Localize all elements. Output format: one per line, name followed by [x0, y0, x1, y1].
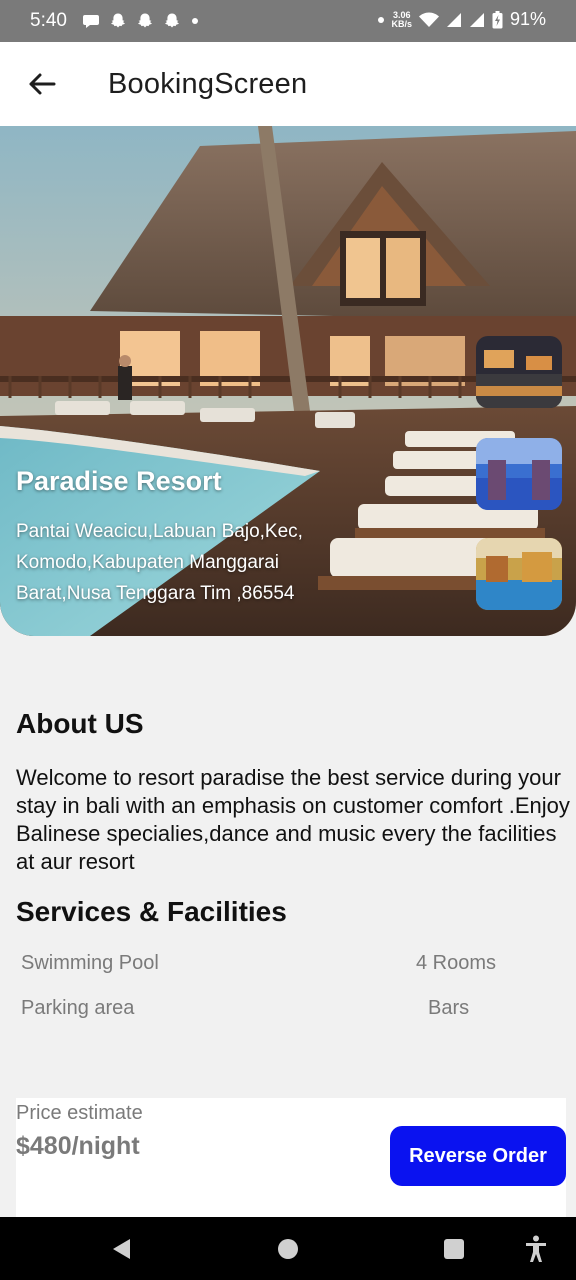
- signal-icon: [469, 12, 484, 27]
- about-text: Welcome to resort paradise the best serv…: [16, 765, 570, 874]
- resort-pool-photo: [476, 438, 562, 510]
- network-speed: 3.06 KB/s: [391, 10, 412, 29]
- more-notifications-dot-icon: [192, 18, 198, 24]
- page-title: BookingScreen: [108, 68, 308, 100]
- resort-terrace-photo: [476, 538, 562, 610]
- accessibility-icon: [526, 1235, 546, 1262]
- status-time: 5:40: [30, 10, 67, 31]
- resort-hero-image: Paradise Resort Pantai Weacicu,Labuan Ba…: [0, 126, 576, 636]
- app-bar: BookingScreen: [0, 42, 576, 127]
- gallery-thumbnail[interactable]: [476, 336, 562, 408]
- resort-night-photo: [476, 336, 562, 408]
- gallery-thumbnail[interactable]: [476, 538, 562, 610]
- facility-item: Swimming Pool: [21, 952, 159, 974]
- price-card: Price estimate $480/night Reverse Order: [16, 1098, 566, 1218]
- signal-icon: [446, 12, 461, 27]
- about-heading: About US: [16, 708, 144, 739]
- facility-item: Bars: [428, 997, 470, 1019]
- services-heading: Services & Facilities: [16, 896, 287, 927]
- chat-notification-icon: [83, 15, 99, 28]
- network-speed-unit: KB/s: [391, 18, 412, 29]
- resort-name: Paradise Resort: [16, 466, 222, 496]
- arrow-left-icon: [29, 73, 56, 95]
- status-dot-icon: [378, 16, 385, 23]
- nav-home-button[interactable]: [272, 1233, 304, 1265]
- nav-recents-button[interactable]: [438, 1233, 470, 1265]
- back-button[interactable]: [22, 62, 62, 106]
- price-label: Price estimate: [16, 1102, 143, 1124]
- gallery-thumbnail[interactable]: [476, 438, 562, 510]
- price-value: $480/night: [16, 1132, 140, 1160]
- facility-item: Parking area: [21, 997, 135, 1019]
- snapchat-icon: [138, 13, 152, 28]
- nav-back-button[interactable]: [106, 1233, 138, 1265]
- triangle-back-icon: [113, 1239, 130, 1259]
- battery-charging-icon: [492, 10, 503, 28]
- status-bar: 5:40 3.06 KB/s 91%: [0, 0, 576, 42]
- battery-percentage: 91%: [509, 9, 546, 29]
- snapchat-icon: [111, 13, 125, 28]
- system-status-icons: 3.06 KB/s 91%: [376, 9, 546, 30]
- snapchat-icon: [165, 13, 179, 28]
- square-recents-icon: [444, 1239, 464, 1259]
- facility-item: 4 Rooms: [416, 952, 497, 974]
- wifi-icon: [418, 12, 439, 27]
- circle-home-icon: [278, 1239, 298, 1259]
- notification-icons: [82, 12, 198, 30]
- reverse-order-button[interactable]: Reverse Order: [390, 1126, 566, 1186]
- accessibility-button[interactable]: [520, 1233, 552, 1265]
- resort-address: Pantai Weacicu,Labuan Bajo,Kec, Komodo,K…: [16, 521, 303, 604]
- system-navigation-bar: [0, 1217, 576, 1280]
